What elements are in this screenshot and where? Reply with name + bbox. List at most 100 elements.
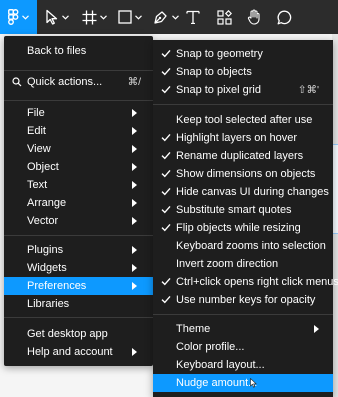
comment-tool-icon xyxy=(277,10,292,25)
menu-item-label: Highlight layers on hover xyxy=(176,132,298,144)
menu-item-arrange[interactable]: Arrange xyxy=(4,194,153,212)
frame-tool-icon xyxy=(82,10,97,25)
chevron-down-icon xyxy=(62,14,69,20)
main-menu-button[interactable] xyxy=(0,0,37,34)
pref-keyboard-zooms[interactable]: Keyboard zooms into selection xyxy=(153,237,333,255)
toolbar xyxy=(0,0,338,34)
menu-item-get-desktop-app[interactable]: Get desktop app xyxy=(4,325,153,343)
menu-item-edit[interactable]: Edit xyxy=(4,122,153,140)
menu-item-label: Get desktop app xyxy=(27,328,108,340)
menu-item-label: Edit xyxy=(27,125,46,137)
keyboard-shortcut: ⇧⌘' xyxy=(297,84,319,96)
menu-item-label: Arrange xyxy=(27,197,67,209)
menu-item-quick-actions[interactable]: Quick actions... ⌘/ xyxy=(4,73,153,91)
pref-snap-to-geometry[interactable]: Snap to geometry xyxy=(153,45,333,63)
frame-tool-button[interactable] xyxy=(77,0,111,34)
menu-item-preferences[interactable]: Preferences xyxy=(4,277,153,295)
menu-item-libraries[interactable]: Libraries xyxy=(4,295,153,313)
menu-item-label: Keyboard zooms into selection xyxy=(176,240,326,252)
chevron-right-icon xyxy=(132,246,137,254)
menu-item-label: Object xyxy=(27,161,59,173)
checkmark-icon xyxy=(161,85,171,97)
pref-keyboard-layout[interactable]: Keyboard layout... xyxy=(153,356,333,374)
pen-tool-button[interactable] xyxy=(149,0,182,34)
menu-item-label: File xyxy=(27,107,45,119)
menu-item-label: View xyxy=(27,143,51,155)
chevron-right-icon xyxy=(132,127,137,135)
resources-button[interactable] xyxy=(212,0,236,34)
chevron-down-icon xyxy=(171,14,179,20)
menu-item-plugins[interactable]: Plugins xyxy=(4,241,153,259)
move-tool-button[interactable] xyxy=(41,0,73,34)
chevron-right-icon xyxy=(132,145,137,153)
text-tool-button[interactable] xyxy=(182,0,204,34)
menu-item-label: Vector xyxy=(27,215,59,227)
menu-separator xyxy=(153,104,333,105)
pref-ctrl-click[interactable]: Ctrl+click opens right click menus xyxy=(153,273,338,291)
menu-item-file[interactable]: File xyxy=(4,104,153,122)
pref-invert-zoom[interactable]: Invert zoom direction xyxy=(153,255,333,273)
checkmark-icon xyxy=(161,169,171,181)
menu-item-text[interactable]: Text xyxy=(4,176,153,194)
checkmark-icon xyxy=(161,67,171,79)
figma-logo-icon xyxy=(8,9,19,25)
menu-item-view[interactable]: View xyxy=(4,140,153,158)
pref-flip-objects[interactable]: Flip objects while resizing xyxy=(153,219,333,237)
text-tool-icon xyxy=(186,10,200,24)
chevron-right-icon xyxy=(314,325,319,333)
chevron-right-icon xyxy=(132,217,137,225)
menu-item-help-and-account[interactable]: Help and account xyxy=(4,343,153,361)
checkmark-icon xyxy=(161,133,171,145)
menu-separator xyxy=(4,317,153,318)
pref-rename-duplicated[interactable]: Rename duplicated layers xyxy=(153,147,333,165)
pref-nudge-amount[interactable]: Nudge amount... xyxy=(153,374,333,392)
checkmark-icon xyxy=(161,187,171,199)
menu-item-label: Rename duplicated layers xyxy=(176,150,304,162)
pref-theme[interactable]: Theme xyxy=(153,320,333,338)
menu-item-label: Flip objects while resizing xyxy=(176,222,301,234)
chevron-down-icon xyxy=(99,14,107,20)
menu-item-label: Keep tool selected after use xyxy=(176,114,313,126)
pref-snap-to-pixel-grid[interactable]: Snap to pixel grid ⇧⌘' xyxy=(153,81,333,99)
pref-substitute-quotes[interactable]: Substitute smart quotes xyxy=(153,201,333,219)
chevron-down-icon xyxy=(135,14,142,20)
pref-show-dimensions[interactable]: Show dimensions on objects xyxy=(153,165,333,183)
checkmark-icon xyxy=(161,295,171,307)
pref-hide-canvas-ui[interactable]: Hide canvas UI during changes xyxy=(153,183,333,201)
pref-snap-to-objects[interactable]: Snap to objects xyxy=(153,63,333,81)
pref-color-profile[interactable]: Color profile... xyxy=(153,338,333,356)
mouse-cursor-icon xyxy=(250,377,257,391)
menu-item-label: Libraries xyxy=(27,298,70,310)
chevron-right-icon xyxy=(132,348,137,356)
menu-item-label: Preferences xyxy=(27,280,87,292)
menu-item-label: Help and account xyxy=(27,346,113,358)
checkmark-icon xyxy=(161,151,171,163)
move-tool-icon xyxy=(45,9,59,25)
menu-item-label: Ctrl+click opens right click menus xyxy=(176,276,338,288)
menu-item-label: Color profile... xyxy=(176,341,245,353)
pref-keep-tool-selected[interactable]: Keep tool selected after use xyxy=(153,111,333,129)
chevron-right-icon xyxy=(132,109,137,117)
menu-item-vector[interactable]: Vector xyxy=(4,212,153,230)
menu-item-label: Nudge amount... xyxy=(176,377,258,389)
menu-item-label: Back to files xyxy=(27,45,87,57)
chevron-right-icon xyxy=(132,264,137,272)
menu-item-object[interactable]: Object xyxy=(4,158,153,176)
shape-tool-button[interactable] xyxy=(114,0,146,34)
menu-item-label: Snap to pixel grid xyxy=(176,84,261,96)
menu-item-label: Theme xyxy=(176,323,211,335)
hand-tool-icon xyxy=(247,9,262,25)
resources-icon xyxy=(216,9,232,25)
pen-tool-icon xyxy=(153,9,169,25)
menu-item-label: Snap to geometry xyxy=(176,48,263,60)
menu-item-widgets[interactable]: Widgets xyxy=(4,259,153,277)
pref-number-keys-opacity[interactable]: Use number keys for opacity xyxy=(153,291,333,309)
checkmark-icon xyxy=(161,277,171,289)
pref-highlight-layers[interactable]: Highlight layers on hover xyxy=(153,129,333,147)
menu-item-back-to-files[interactable]: Back to files xyxy=(4,42,153,60)
menu-item-label: Text xyxy=(27,179,48,191)
menu-item-label: Hide canvas UI during changes xyxy=(176,186,329,198)
hand-tool-button[interactable] xyxy=(242,0,266,34)
menu-separator xyxy=(4,70,153,71)
comment-tool-button[interactable] xyxy=(272,0,296,34)
